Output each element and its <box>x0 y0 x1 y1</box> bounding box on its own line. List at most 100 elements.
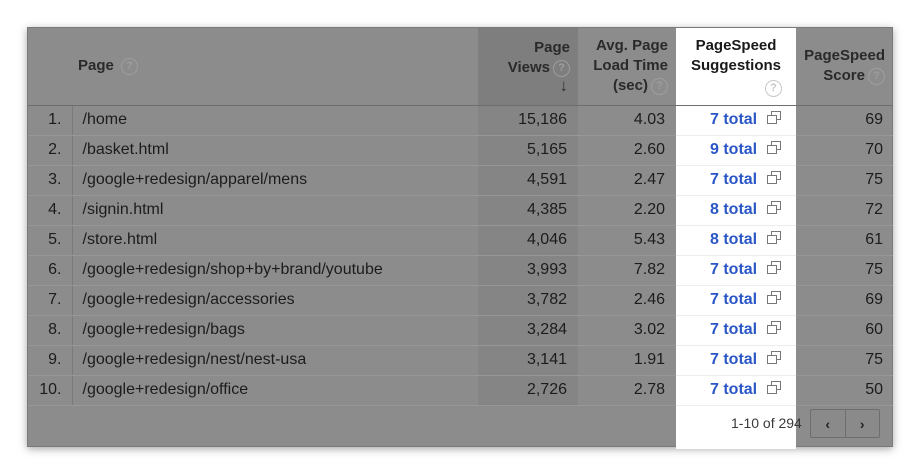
help-icon[interactable]: ? <box>553 59 570 77</box>
row-index: 5. <box>28 225 73 256</box>
suggestions-cell: 8 total <box>676 195 796 226</box>
header-load-time[interactable]: Avg. Page Load Time (sec)? <box>578 28 676 106</box>
suggestions-cell: 7 total <box>676 315 796 346</box>
header-load-time-line3: (sec) <box>612 77 648 95</box>
suggestions-link[interactable]: 7 total <box>710 111 757 128</box>
help-icon[interactable]: ? <box>868 67 885 85</box>
suggestions-cell: 8 total <box>676 225 796 256</box>
suggestions-link[interactable]: 7 total <box>710 291 757 308</box>
table-row: 1./home 15,186 4.03 7 total 69 <box>28 105 893 136</box>
chevron-left-icon: ‹ <box>825 415 831 432</box>
external-link-icon[interactable] <box>767 140 782 154</box>
page-views-value: 15,186 <box>478 105 578 136</box>
score-value: 69 <box>796 285 893 316</box>
page-path-link[interactable]: /store.html <box>72 225 478 256</box>
external-link-icon[interactable] <box>767 200 782 214</box>
load-time-value: 3.02 <box>578 315 676 346</box>
suggestions-link[interactable]: 9 total <box>710 141 757 158</box>
load-time-value: 2.46 <box>578 285 676 316</box>
suggestions-link[interactable]: 7 total <box>710 351 757 368</box>
page-path-link[interactable]: /signin.html <box>72 195 478 226</box>
external-link-icon[interactable] <box>767 230 782 244</box>
pagespeed-table: Page ? Page Views? ↓ Avg. Page Load Time… <box>28 28 893 449</box>
score-value: 60 <box>796 315 893 346</box>
load-time-value: 1.91 <box>578 345 676 376</box>
suggestions-cell: 7 total <box>676 255 796 286</box>
previous-page-button[interactable]: ‹ <box>811 410 845 437</box>
header-page[interactable]: Page ? <box>72 28 478 106</box>
header-score-line2: Score <box>823 67 865 85</box>
score-value: 75 <box>796 165 893 196</box>
load-time-value: 7.82 <box>578 255 676 286</box>
header-page-label: Page <box>78 57 114 75</box>
suggestions-link[interactable]: 7 total <box>710 321 757 338</box>
suggestions-cell: 7 total <box>676 285 796 316</box>
page-path-link[interactable]: /google+redesign/nest/nest-usa <box>72 345 478 376</box>
suggestions-link[interactable]: 8 total <box>710 231 757 248</box>
table-header-row: Page ? Page Views? ↓ Avg. Page Load Time… <box>28 28 893 106</box>
suggestions-link[interactable]: 8 total <box>710 201 757 218</box>
header-score-line1: PageSpeed <box>804 47 885 65</box>
page-views-value: 3,993 <box>478 255 578 286</box>
page-path-link[interactable]: /google+redesign/bags <box>72 315 478 346</box>
score-value: 69 <box>796 105 893 136</box>
row-index: 10. <box>28 375 73 406</box>
table-row: 4./signin.html 4,385 2.20 8 total 72 <box>28 195 893 226</box>
external-link-icon[interactable] <box>767 170 782 184</box>
next-page-button[interactable]: › <box>844 410 880 437</box>
external-link-icon[interactable] <box>767 380 782 394</box>
page-path-link[interactable]: /basket.html <box>72 135 478 166</box>
page-path-link[interactable]: /google+redesign/apparel/mens <box>72 165 478 196</box>
row-index: 8. <box>28 315 73 346</box>
external-link-icon[interactable] <box>767 320 782 334</box>
page-views-value: 4,591 <box>478 165 578 196</box>
header-page-views[interactable]: Page Views? ↓ <box>478 28 578 106</box>
row-index: 4. <box>28 195 73 226</box>
row-index: 6. <box>28 255 73 286</box>
table-row: 9./google+redesign/nest/nest-usa 3,141 1.9… <box>28 345 893 376</box>
header-index <box>28 28 72 106</box>
external-link-icon[interactable] <box>767 260 782 274</box>
suggestions-link[interactable]: 7 total <box>710 261 757 278</box>
suggestions-cell: 7 total <box>676 375 796 406</box>
score-value: 72 <box>796 195 893 226</box>
load-time-value: 2.20 <box>578 195 676 226</box>
header-page-views-line1: Page <box>534 39 570 57</box>
table-row: 7./google+redesign/accessories 3,782 2.46 7… <box>28 285 893 316</box>
help-icon[interactable]: ? <box>765 79 782 97</box>
header-suggestions-line2: Suggestions <box>690 56 781 74</box>
header-score[interactable]: PageSpeed Score? <box>796 28 893 106</box>
sort-descending-icon[interactable]: ↓ <box>478 77 570 94</box>
page-views-value: 4,046 <box>478 225 578 256</box>
table-row: 3./google+redesign/apparel/mens 4,591 2.47… <box>28 165 893 196</box>
page-path-link[interactable]: /google+redesign/accessories <box>72 285 478 316</box>
page-views-value: 5,165 <box>478 135 578 166</box>
header-suggestions-line1: PageSpeed <box>695 36 777 54</box>
table-row: 6./google+redesign/shop+by+brand/youtube… <box>28 255 893 286</box>
chevron-right-icon: › <box>859 415 865 432</box>
help-icon[interactable]: ? <box>121 57 139 75</box>
page-views-value: 4,385 <box>478 195 578 226</box>
header-page-views-line2: Views <box>507 59 550 77</box>
help-icon[interactable]: ? <box>651 77 668 95</box>
external-link-icon[interactable] <box>767 290 782 304</box>
header-suggestions[interactable]: PageSpeed Suggestions ? <box>676 28 796 106</box>
external-link-icon[interactable] <box>767 110 782 124</box>
pagination-label: 1-10 of 294 <box>731 415 802 431</box>
load-time-value: 2.47 <box>578 165 676 196</box>
row-index: 3. <box>28 165 73 196</box>
external-link-icon[interactable] <box>767 350 782 364</box>
load-time-value: 5.43 <box>578 225 676 256</box>
page-views-value: 3,141 <box>478 345 578 376</box>
page-path-link[interactable]: /google+redesign/shop+by+brand/youtube <box>72 255 478 286</box>
score-value: 75 <box>796 255 893 286</box>
load-time-value: 4.03 <box>578 105 676 136</box>
suggestions-cell: 9 total <box>676 135 796 166</box>
page-path-link[interactable]: /google+redesign/office <box>72 375 478 406</box>
page-path-link[interactable]: /home <box>72 105 478 136</box>
table-row: 10./google+redesign/office 2,726 2.78 7 tot… <box>28 375 893 406</box>
suggestions-link[interactable]: 7 total <box>710 381 757 398</box>
suggestions-link[interactable]: 7 total <box>710 171 757 188</box>
page-views-value: 3,284 <box>478 315 578 346</box>
table-row: 2./basket.html 5,165 2.60 9 total 70 <box>28 135 893 166</box>
